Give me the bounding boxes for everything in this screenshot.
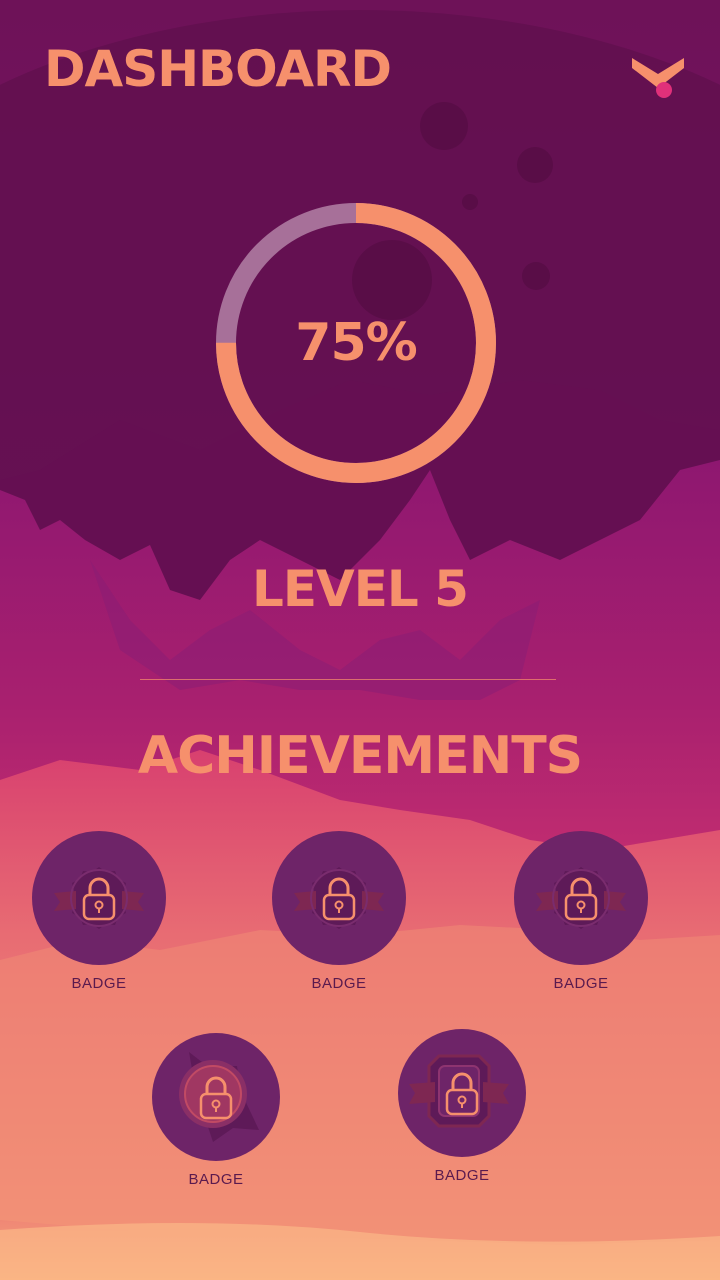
page-title: DASHBOARD [44, 40, 392, 98]
section-divider [140, 679, 556, 680]
menu-button[interactable] [628, 54, 688, 102]
achievement-badge[interactable]: BADGE [501, 831, 661, 992]
badge-emblem [152, 1033, 280, 1161]
badge-emblem [514, 831, 648, 965]
badge-emblem [32, 831, 166, 965]
badge-label: BADGE [188, 1171, 244, 1188]
achievement-badge[interactable]: BADGE [19, 831, 179, 992]
badge-label: BADGE [71, 975, 127, 992]
level-label: LEVEL 5 [252, 560, 469, 618]
badge-emblem [272, 831, 406, 965]
background-landscape [0, 0, 720, 1280]
chevron-down-icon [632, 58, 684, 98]
achievement-badge[interactable]: BADGE [259, 831, 419, 992]
achievements-heading: ACHIEVEMENTS [137, 726, 583, 786]
progress-percentage: 75% [295, 313, 417, 373]
badge-emblem [398, 1029, 526, 1157]
achievement-badge[interactable]: BADGE [136, 1033, 296, 1188]
badge-label: BADGE [311, 975, 367, 992]
badge-label: BADGE [434, 1167, 490, 1184]
achievement-badge[interactable]: BADGE [382, 1029, 542, 1184]
badge-label: BADGE [553, 975, 609, 992]
